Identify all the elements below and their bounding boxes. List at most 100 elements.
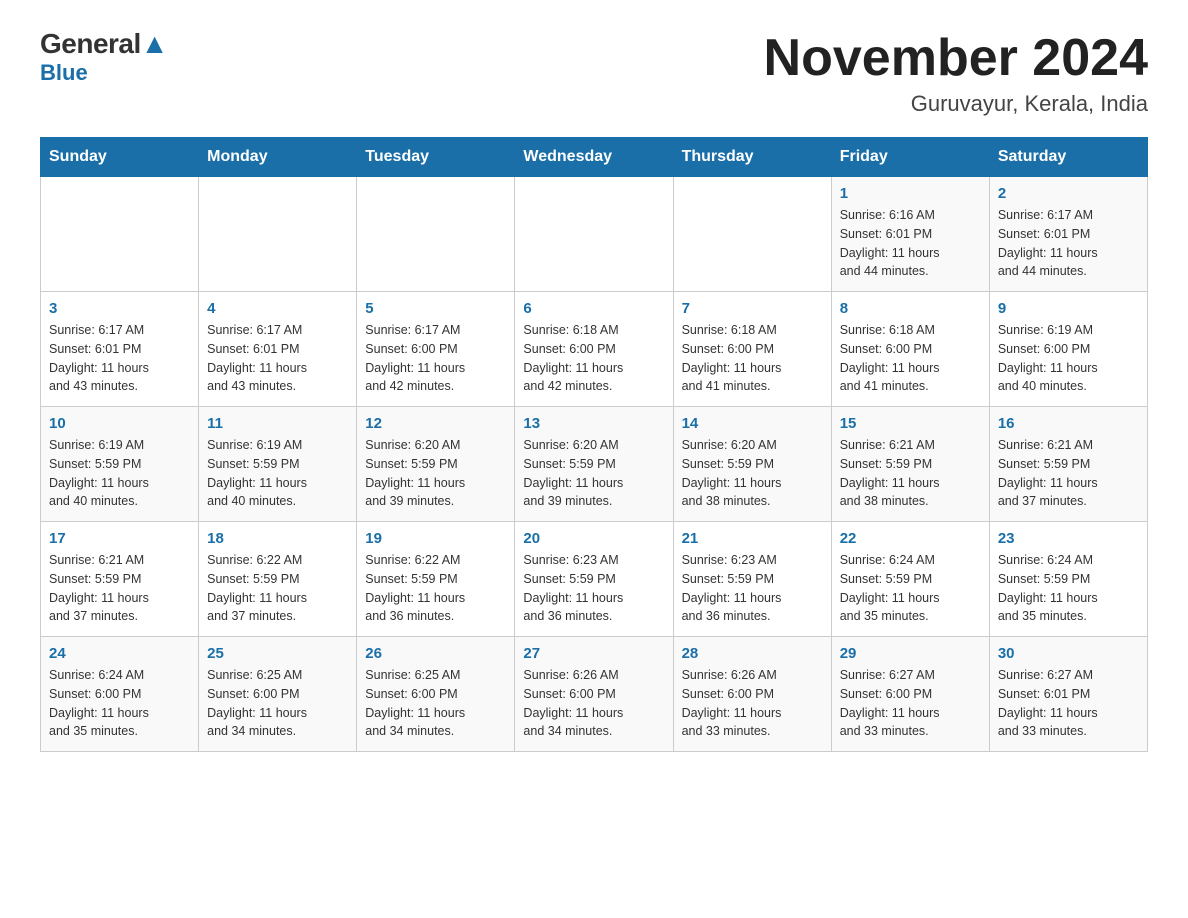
day-info: Sunrise: 6:18 AM Sunset: 6:00 PM Dayligh…: [840, 321, 981, 396]
day-info: Sunrise: 6:16 AM Sunset: 6:01 PM Dayligh…: [840, 206, 981, 281]
day-number: 23: [998, 530, 1139, 547]
day-info: Sunrise: 6:21 AM Sunset: 5:59 PM Dayligh…: [840, 436, 981, 511]
header-sunday: Sunday: [41, 138, 199, 177]
day-number: 5: [365, 300, 506, 317]
day-number: 1: [840, 185, 981, 202]
calendar-day-cell: 26 Sunrise: 6:25 AM Sunset: 6:00 PM Dayli…: [357, 637, 515, 752]
day-info: Sunrise: 6:21 AM Sunset: 5:59 PM Dayligh…: [998, 436, 1139, 511]
month-title: November 2024: [764, 30, 1148, 87]
day-number: 24: [49, 645, 190, 662]
calendar-week-row: 1 Sunrise: 6:16 AM Sunset: 6:01 PM Daylig…: [41, 177, 1148, 292]
calendar-day-cell: 20 Sunrise: 6:23 AM Sunset: 5:59 PM Dayli…: [515, 522, 673, 637]
calendar-day-cell: [357, 177, 515, 292]
calendar-day-cell: [199, 177, 357, 292]
day-info: Sunrise: 6:24 AM Sunset: 5:59 PM Dayligh…: [998, 551, 1139, 626]
calendar-day-cell: 17 Sunrise: 6:21 AM Sunset: 5:59 PM Dayli…: [41, 522, 199, 637]
day-info: Sunrise: 6:19 AM Sunset: 6:00 PM Dayligh…: [998, 321, 1139, 396]
day-info: Sunrise: 6:18 AM Sunset: 6:00 PM Dayligh…: [523, 321, 664, 396]
calendar-day-cell: 6 Sunrise: 6:18 AM Sunset: 6:00 PM Daylig…: [515, 292, 673, 407]
day-info: Sunrise: 6:22 AM Sunset: 5:59 PM Dayligh…: [365, 551, 506, 626]
calendar-day-cell: 30 Sunrise: 6:27 AM Sunset: 6:01 PM Dayli…: [989, 637, 1147, 752]
day-number: 4: [207, 300, 348, 317]
day-info: Sunrise: 6:24 AM Sunset: 5:59 PM Dayligh…: [840, 551, 981, 626]
day-number: 28: [682, 645, 823, 662]
day-info: Sunrise: 6:17 AM Sunset: 6:01 PM Dayligh…: [49, 321, 190, 396]
calendar-day-cell: [515, 177, 673, 292]
day-number: 20: [523, 530, 664, 547]
logo-text-blue: Blue: [40, 60, 88, 86]
day-info: Sunrise: 6:19 AM Sunset: 5:59 PM Dayligh…: [49, 436, 190, 511]
calendar-day-cell: 24 Sunrise: 6:24 AM Sunset: 6:00 PM Dayli…: [41, 637, 199, 752]
day-info: Sunrise: 6:27 AM Sunset: 6:00 PM Dayligh…: [840, 666, 981, 741]
day-info: Sunrise: 6:17 AM Sunset: 6:01 PM Dayligh…: [207, 321, 348, 396]
calendar-day-cell: 23 Sunrise: 6:24 AM Sunset: 5:59 PM Dayli…: [989, 522, 1147, 637]
calendar-day-cell: 28 Sunrise: 6:26 AM Sunset: 6:00 PM Dayli…: [673, 637, 831, 752]
day-number: 29: [840, 645, 981, 662]
day-number: 3: [49, 300, 190, 317]
day-info: Sunrise: 6:25 AM Sunset: 6:00 PM Dayligh…: [207, 666, 348, 741]
day-info: Sunrise: 6:19 AM Sunset: 5:59 PM Dayligh…: [207, 436, 348, 511]
day-info: Sunrise: 6:24 AM Sunset: 6:00 PM Dayligh…: [49, 666, 190, 741]
header-friday: Friday: [831, 138, 989, 177]
day-number: 26: [365, 645, 506, 662]
calendar-day-cell: 22Sunrise: 6:24 AM Sunset: 5:59 PM Dayli…: [831, 522, 989, 637]
header-thursday: Thursday: [673, 138, 831, 177]
calendar-day-cell: 11 Sunrise: 6:19 AM Sunset: 5:59 PM Dayli…: [199, 407, 357, 522]
calendar-day-cell: 15Sunrise: 6:21 AM Sunset: 5:59 PM Dayli…: [831, 407, 989, 522]
calendar-day-cell: 7 Sunrise: 6:18 AM Sunset: 6:00 PM Daylig…: [673, 292, 831, 407]
title-block: November 2024 Guruvayur, Kerala, India: [764, 30, 1148, 117]
logo: General▲ Blue: [40, 30, 168, 86]
calendar-week-row: 10Sunrise: 6:19 AM Sunset: 5:59 PM Dayli…: [41, 407, 1148, 522]
day-number: 6: [523, 300, 664, 317]
header-wednesday: Wednesday: [515, 138, 673, 177]
day-info: Sunrise: 6:23 AM Sunset: 5:59 PM Dayligh…: [523, 551, 664, 626]
calendar-day-cell: 25 Sunrise: 6:25 AM Sunset: 6:00 PM Dayli…: [199, 637, 357, 752]
calendar-day-cell: 14Sunrise: 6:20 AM Sunset: 5:59 PM Dayli…: [673, 407, 831, 522]
day-info: Sunrise: 6:25 AM Sunset: 6:00 PM Dayligh…: [365, 666, 506, 741]
calendar-week-row: 3 Sunrise: 6:17 AM Sunset: 6:01 PM Daylig…: [41, 292, 1148, 407]
day-info: Sunrise: 6:22 AM Sunset: 5:59 PM Dayligh…: [207, 551, 348, 626]
day-number: 11: [207, 415, 348, 432]
day-number: 16: [998, 415, 1139, 432]
location-title: Guruvayur, Kerala, India: [764, 91, 1148, 117]
calendar-day-cell: [41, 177, 199, 292]
day-info: Sunrise: 6:17 AM Sunset: 6:00 PM Dayligh…: [365, 321, 506, 396]
calendar-day-cell: 10Sunrise: 6:19 AM Sunset: 5:59 PM Dayli…: [41, 407, 199, 522]
day-number: 7: [682, 300, 823, 317]
day-info: Sunrise: 6:26 AM Sunset: 6:00 PM Dayligh…: [682, 666, 823, 741]
calendar-day-cell: 8Sunrise: 6:18 AM Sunset: 6:00 PM Daylig…: [831, 292, 989, 407]
calendar-day-cell: 2Sunrise: 6:17 AM Sunset: 6:01 PM Daylig…: [989, 177, 1147, 292]
calendar-day-cell: 18 Sunrise: 6:22 AM Sunset: 5:59 PM Dayli…: [199, 522, 357, 637]
calendar-day-cell: 27 Sunrise: 6:26 AM Sunset: 6:00 PM Dayli…: [515, 637, 673, 752]
page-header: General▲ Blue November 2024 Guruvayur, K…: [40, 30, 1148, 117]
calendar-day-cell: 4 Sunrise: 6:17 AM Sunset: 6:01 PM Daylig…: [199, 292, 357, 407]
day-info: Sunrise: 6:23 AM Sunset: 5:59 PM Dayligh…: [682, 551, 823, 626]
calendar-day-cell: 9 Sunrise: 6:19 AM Sunset: 6:00 PM Daylig…: [989, 292, 1147, 407]
calendar-day-cell: [673, 177, 831, 292]
day-info: Sunrise: 6:21 AM Sunset: 5:59 PM Dayligh…: [49, 551, 190, 626]
day-info: Sunrise: 6:18 AM Sunset: 6:00 PM Dayligh…: [682, 321, 823, 396]
day-number: 27: [523, 645, 664, 662]
day-number: 13: [523, 415, 664, 432]
calendar-week-row: 17 Sunrise: 6:21 AM Sunset: 5:59 PM Dayli…: [41, 522, 1148, 637]
calendar-week-row: 24 Sunrise: 6:24 AM Sunset: 6:00 PM Dayli…: [41, 637, 1148, 752]
header-monday: Monday: [199, 138, 357, 177]
day-number: 9: [998, 300, 1139, 317]
day-number: 19: [365, 530, 506, 547]
calendar-day-cell: 21 Sunrise: 6:23 AM Sunset: 5:59 PM Dayli…: [673, 522, 831, 637]
day-number: 21: [682, 530, 823, 547]
day-info: Sunrise: 6:20 AM Sunset: 5:59 PM Dayligh…: [523, 436, 664, 511]
day-number: 17: [49, 530, 190, 547]
day-info: Sunrise: 6:20 AM Sunset: 5:59 PM Dayligh…: [365, 436, 506, 511]
day-number: 12: [365, 415, 506, 432]
day-number: 30: [998, 645, 1139, 662]
calendar-day-cell: 3 Sunrise: 6:17 AM Sunset: 6:01 PM Daylig…: [41, 292, 199, 407]
calendar-day-cell: 16 Sunrise: 6:21 AM Sunset: 5:59 PM Dayli…: [989, 407, 1147, 522]
day-number: 18: [207, 530, 348, 547]
calendar-day-cell: 1 Sunrise: 6:16 AM Sunset: 6:01 PM Daylig…: [831, 177, 989, 292]
logo-triangle-icon: ▲: [141, 28, 168, 59]
logo-text-general: General▲: [40, 30, 168, 58]
day-number: 25: [207, 645, 348, 662]
day-info: Sunrise: 6:26 AM Sunset: 6:00 PM Dayligh…: [523, 666, 664, 741]
day-info: Sunrise: 6:27 AM Sunset: 6:01 PM Dayligh…: [998, 666, 1139, 741]
